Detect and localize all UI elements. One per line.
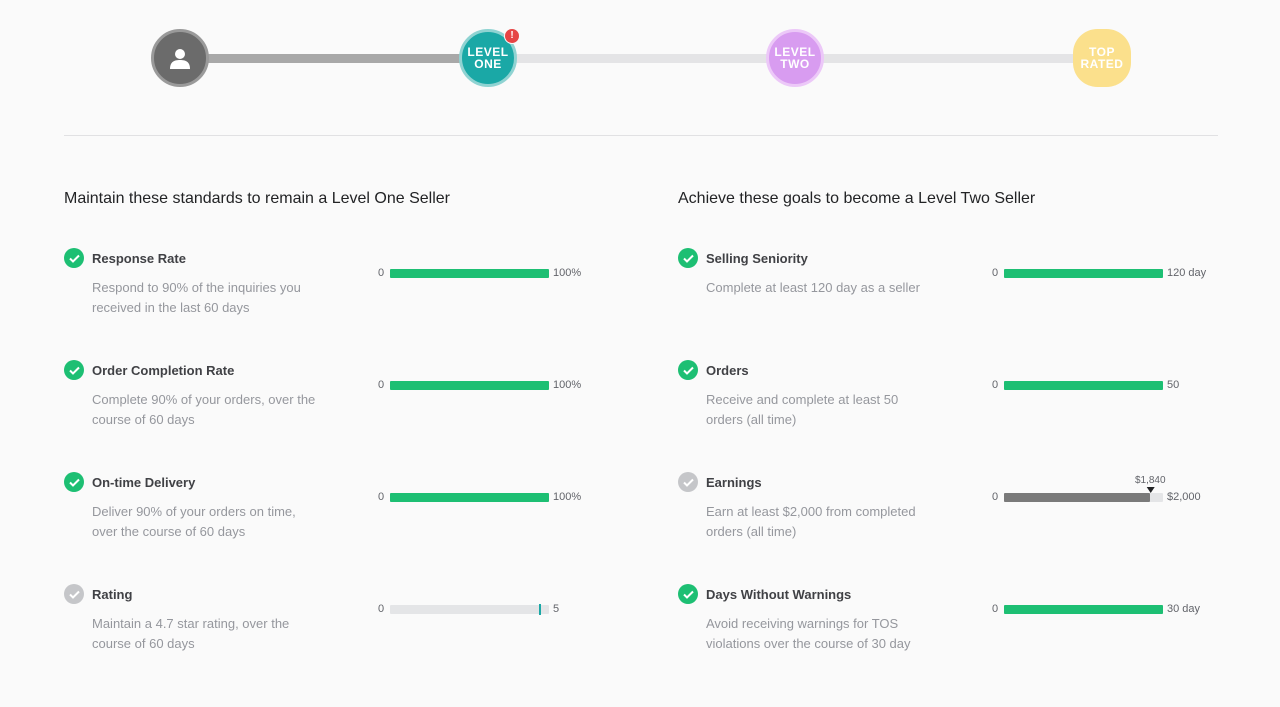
bar-fill (1004, 605, 1163, 614)
metric-name: On-time Delivery (92, 475, 196, 490)
bar-fill (390, 381, 549, 390)
pointer-triangle-icon (1146, 487, 1155, 493)
bar-max-label: 100% (553, 491, 582, 503)
current-value-label: $1,840 (1134, 475, 1166, 486)
check-circle-icon (678, 360, 698, 380)
metric-name: Rating (92, 587, 133, 602)
bar-fill (1004, 269, 1163, 278)
bar-max-label: 5 (553, 603, 560, 615)
check-circle-icon (678, 472, 698, 492)
bar-track: $1,840 (1004, 475, 1166, 502)
bar-min-label: 0 (378, 267, 385, 279)
current-value-pointer: $1,840 (1135, 475, 1166, 493)
metric-description: Complete at least 120 day as a seller (706, 280, 920, 295)
bar-track (1004, 605, 1163, 614)
bar-track (1004, 269, 1163, 278)
level-one-standards: Maintain these standards to remain a Lev… (64, 186, 624, 651)
metric-earnings: Earnings Earn at least $2,000 from compl… (678, 472, 1238, 572)
level-two-goals: Achieve these goals to become a Level Tw… (678, 186, 1238, 651)
metric-description: Earn at least $2,000 from completed orde… (706, 504, 916, 539)
track-progress-done (180, 54, 490, 63)
bar-fill (1004, 493, 1151, 502)
bar-max-label: 100% (553, 379, 582, 391)
bar-min-label: 0 (992, 379, 999, 391)
metric-progress-bar: 0 100% (378, 484, 628, 508)
level-one-label: LEVEL ONE (467, 45, 509, 71)
metric-description: Receive and complete at least 50 orders … (706, 392, 899, 427)
bar-min-label: 0 (378, 491, 385, 503)
user-avatar-node[interactable] (151, 29, 209, 87)
metric-progress-bar: 0 100% (378, 260, 628, 284)
metric-orders: Orders Receive and complete at least 50 … (678, 360, 1238, 460)
bar-fill (390, 493, 549, 502)
metric-name: Orders (706, 363, 749, 378)
section-title: Achieve these goals to become a Level Tw… (678, 190, 1036, 207)
level-two-label: LEVEL TWO (774, 45, 816, 71)
metric-description: Avoid receiving warnings for TOS violati… (706, 616, 911, 651)
bar-min-label: 0 (992, 267, 999, 279)
bar-max-label: 30 day (1167, 603, 1201, 615)
metric-description: Maintain a 4.7 star rating, over the cou… (92, 616, 290, 651)
top-rated-label: TOP RATED (1080, 45, 1124, 71)
metric-on-time-delivery: On-time Delivery Deliver 90% of your ord… (64, 472, 624, 572)
metric-progress-bar: 0 50 (992, 372, 1242, 396)
metric-description: Complete 90% of your orders, over the co… (92, 392, 316, 427)
bar-track (390, 493, 549, 502)
bar-track (390, 381, 549, 390)
bar-max-label: $2,000 (1167, 491, 1201, 503)
metric-response-rate: Response Rate Respond to 90% of the inqu… (64, 248, 624, 348)
section-title: Maintain these standards to remain a Lev… (64, 190, 450, 207)
seller-level-track: LEVEL ONE ! LEVEL TWO TOP RATED (0, 0, 1280, 120)
bar-fill (390, 269, 549, 278)
bar-min-label: 0 (992, 491, 999, 503)
check-circle-icon (64, 584, 84, 604)
check-circle-icon (64, 360, 84, 380)
metric-progress-bar: 0 $1,840 $2,000 (992, 475, 1242, 508)
metric-progress-bar: 0 100% (378, 372, 628, 396)
bar-track (390, 269, 549, 278)
alert-badge-icon[interactable]: ! (504, 28, 520, 44)
metric-selling-seniority: Selling Seniority Complete at least 120 … (678, 248, 1238, 348)
check-circle-icon (678, 584, 698, 604)
bar-min-label: 0 (378, 379, 385, 391)
bar-max-label: 100% (553, 267, 582, 279)
metric-name: Selling Seniority (706, 251, 808, 266)
bar-track (390, 604, 549, 615)
user-icon (170, 49, 190, 69)
bar-min-label: 0 (992, 603, 999, 615)
check-circle-icon (678, 248, 698, 268)
bar-target-marker (539, 604, 542, 615)
metric-order-completion-rate: Order Completion Rate Complete 90% of yo… (64, 360, 624, 460)
metric-progress-bar: 0 120 day (992, 260, 1242, 284)
metric-name: Order Completion Rate (92, 363, 235, 378)
metric-progress-bar: 0 5 (378, 596, 628, 620)
check-circle-icon (64, 472, 84, 492)
metric-name: Earnings (706, 475, 762, 490)
bar-fill (1004, 381, 1163, 390)
metric-progress-bar: 0 30 day (992, 596, 1242, 620)
metric-days-without-warnings: Days Without Warnings Avoid receiving wa… (678, 584, 1238, 684)
metric-name: Days Without Warnings (706, 587, 852, 602)
check-circle-icon (64, 248, 84, 268)
bar-max-label: 120 day (1167, 267, 1207, 279)
metric-name: Response Rate (92, 251, 186, 266)
divider (64, 135, 1218, 136)
metric-rating: Rating Maintain a 4.7 star rating, over … (64, 584, 624, 684)
bar-min-label: 0 (378, 603, 385, 615)
top-rated-node[interactable]: TOP RATED (1073, 29, 1131, 87)
level-two-node[interactable]: LEVEL TWO (766, 29, 824, 87)
bar-max-label: 50 (1167, 379, 1180, 391)
metric-description: Respond to 90% of the inquiries you rece… (92, 280, 301, 315)
metric-description: Deliver 90% of your orders on time, over… (92, 504, 296, 539)
bar-track (1004, 381, 1163, 390)
